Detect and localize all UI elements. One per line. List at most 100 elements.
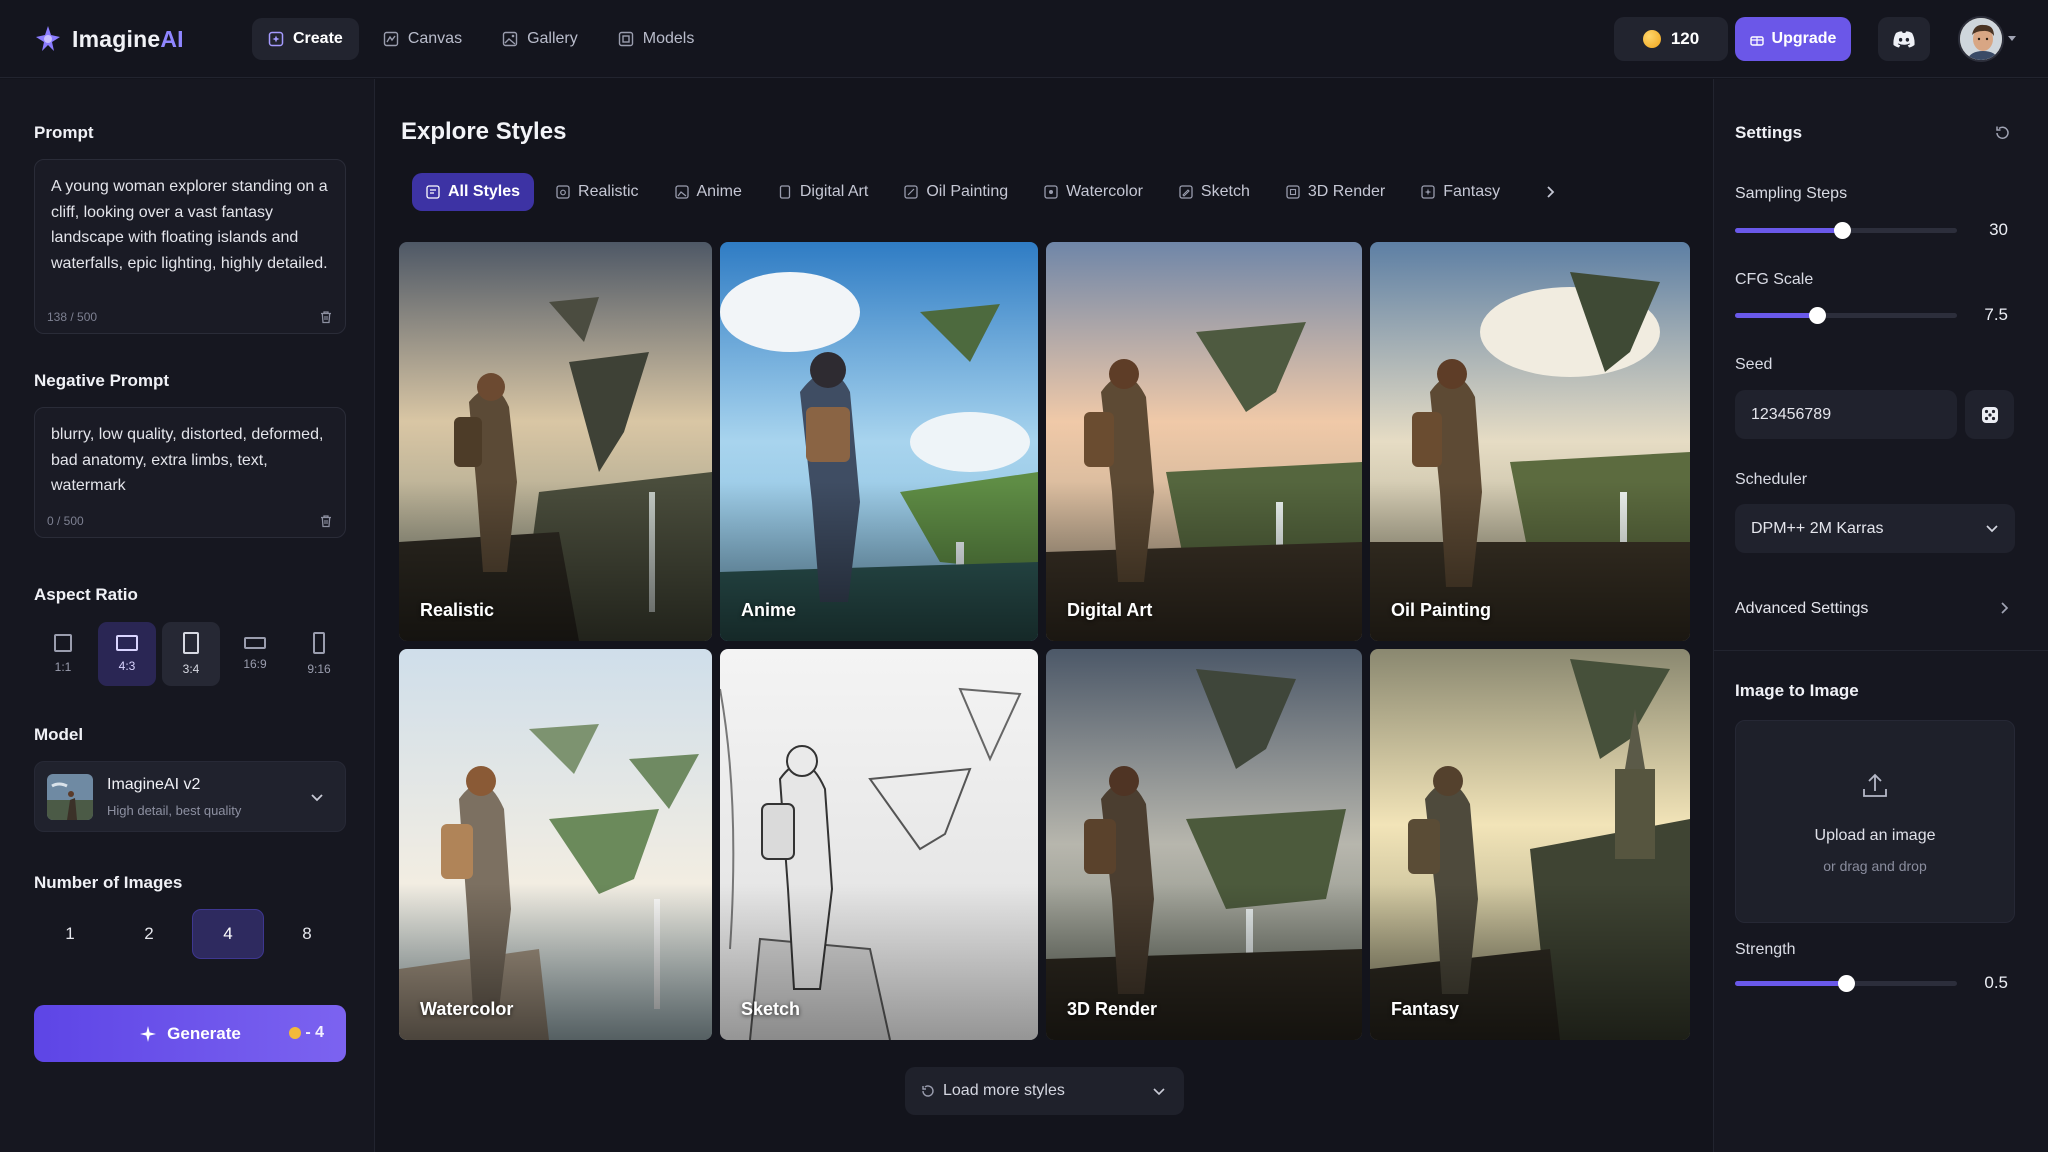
style-card-watercolor[interactable]: Watercolor bbox=[399, 649, 712, 1040]
trash-icon[interactable] bbox=[319, 514, 333, 528]
card-label: Digital Art bbox=[1067, 600, 1153, 620]
reset-icon[interactable] bbox=[1993, 124, 2011, 142]
style-card-oil-painting[interactable]: Oil Painting bbox=[1370, 242, 1690, 641]
cube-icon bbox=[1286, 185, 1300, 199]
style-card-anime[interactable]: Anime bbox=[720, 242, 1038, 641]
tab-all-styles[interactable]: All Styles bbox=[412, 173, 535, 211]
tab-label: All Styles bbox=[448, 183, 521, 200]
credits-badge[interactable]: 120 bbox=[1614, 17, 1728, 61]
slider-fill bbox=[1735, 313, 1818, 318]
scheduler-label: Scheduler bbox=[1735, 471, 1808, 488]
tab-label: Oil Painting bbox=[926, 183, 1009, 200]
model-description: High detail, best quality bbox=[107, 803, 242, 818]
tab-oil-painting[interactable]: Oil Painting bbox=[890, 173, 1022, 211]
trash-icon[interactable] bbox=[319, 310, 333, 324]
style-card-digital-art[interactable]: Digital Art bbox=[1046, 242, 1362, 641]
chevron-right-icon bbox=[2001, 602, 2009, 614]
tab-watercolor[interactable]: Watercolor bbox=[1030, 173, 1157, 211]
style-card-fantasy[interactable]: Fantasy bbox=[1370, 649, 1690, 1040]
card-label: Sketch bbox=[741, 999, 801, 1019]
page-title: Explore Styles bbox=[401, 118, 567, 145]
user-menu[interactable] bbox=[1958, 16, 2016, 62]
app-logo[interactable]: ImagineAI bbox=[34, 22, 184, 56]
style-card-3d-render[interactable]: 3D Render bbox=[1046, 649, 1362, 1040]
slider-handle[interactable] bbox=[1838, 975, 1855, 992]
model-select[interactable]: ImagineAI v2 High detail, best quality bbox=[34, 761, 346, 832]
canvas-icon bbox=[383, 31, 399, 47]
tab-sketch[interactable]: Sketch bbox=[1165, 173, 1264, 211]
divider bbox=[1714, 650, 2048, 651]
seed-input[interactable]: 123456789 bbox=[1735, 390, 1957, 439]
negative-prompt-field[interactable]: blurry, low quality, distorted, deformed… bbox=[34, 407, 346, 538]
nav-canvas-label: Canvas bbox=[407, 30, 463, 47]
dice-icon bbox=[1981, 406, 1998, 423]
sampling-steps-slider[interactable] bbox=[1735, 222, 1957, 239]
nav-canvas[interactable]: Canvas bbox=[367, 18, 478, 60]
card-label: Watercolor bbox=[420, 999, 514, 1019]
chevron-down-icon bbox=[311, 794, 323, 802]
random-seed-button[interactable] bbox=[1965, 390, 2014, 439]
aspect-3-4[interactable]: 3:4 bbox=[162, 622, 220, 686]
oil-painting-preview-image bbox=[1370, 242, 1690, 641]
seed-value[interactable]: 123456789 bbox=[1751, 406, 1831, 424]
slider-fill bbox=[1735, 228, 1842, 233]
aspect-label: 16:9 bbox=[243, 657, 267, 671]
card-label: 3D Render bbox=[1067, 999, 1158, 1019]
image-icon bbox=[502, 31, 518, 47]
settings-title: Settings bbox=[1735, 123, 1803, 142]
scheduler-select[interactable]: DPM++ 2M Karras bbox=[1735, 504, 2015, 553]
num-option-selected[interactable]: 4 bbox=[192, 909, 264, 959]
chevron-down-icon bbox=[1153, 1088, 1165, 1096]
nav-models[interactable]: Models bbox=[602, 18, 711, 60]
discord-button[interactable] bbox=[1878, 17, 1930, 61]
strength-slider[interactable] bbox=[1735, 975, 1957, 992]
brush-icon bbox=[1044, 185, 1058, 199]
tab-fantasy[interactable]: Fantasy bbox=[1407, 173, 1514, 211]
slider-handle[interactable] bbox=[1809, 307, 1827, 324]
num-option[interactable]: 8 bbox=[271, 909, 343, 959]
chevron-down-icon bbox=[1986, 525, 1998, 533]
avatar bbox=[1958, 16, 2004, 62]
prompt-field[interactable]: A young woman explorer standing on a cli… bbox=[34, 159, 346, 334]
style-card-sketch[interactable]: Sketch bbox=[720, 649, 1038, 1040]
advanced-settings-row[interactable]: Advanced Settings bbox=[1735, 596, 2015, 622]
tab-realistic[interactable]: Realistic bbox=[542, 173, 652, 211]
tab-label: Sketch bbox=[1200, 183, 1250, 200]
cfg-scale-slider[interactable] bbox=[1735, 307, 1957, 324]
number-of-images-group: 1 2 4 8 bbox=[34, 909, 343, 959]
generate-button[interactable]: Generate - 4 bbox=[34, 1005, 346, 1062]
aspect-16-9[interactable]: 16:9 bbox=[226, 622, 284, 686]
nav-gallery-label: Gallery bbox=[527, 30, 578, 47]
slider-handle[interactable] bbox=[1833, 222, 1851, 239]
num-option[interactable]: 1 bbox=[34, 909, 106, 959]
tab-3d-render[interactable]: 3D Render bbox=[1272, 173, 1399, 211]
style-card-realistic[interactable]: Realistic bbox=[399, 242, 712, 641]
negative-prompt-text[interactable]: blurry, low quality, distorted, deformed… bbox=[51, 422, 329, 499]
image-icon bbox=[674, 185, 689, 199]
tab-anime[interactable]: Anime bbox=[661, 173, 756, 211]
advanced-settings-label: Advanced Settings bbox=[1735, 600, 1869, 617]
aspect-9-16[interactable]: 9:16 bbox=[290, 622, 348, 686]
image-upload-dropzone[interactable]: Upload an image or drag and drop bbox=[1735, 720, 2015, 923]
upgrade-button[interactable]: Upgrade bbox=[1735, 17, 1851, 61]
load-more-button[interactable]: Load more styles bbox=[905, 1067, 1184, 1115]
tabs-next-button[interactable] bbox=[1536, 177, 1566, 207]
card-label: Realistic bbox=[420, 600, 495, 620]
nav-create[interactable]: Create bbox=[252, 18, 359, 60]
tab-digital-art[interactable]: Digital Art bbox=[764, 173, 882, 211]
load-more-label: Load more styles bbox=[943, 1082, 1065, 1099]
watercolor-preview-image bbox=[399, 649, 712, 1040]
style-gallery: Realistic Anime Digital Art Oil Painting… bbox=[399, 242, 1690, 1040]
nav-gallery[interactable]: Gallery bbox=[486, 18, 594, 60]
seed-label: Seed bbox=[1735, 356, 1773, 373]
main-nav: Create Canvas Gallery Models bbox=[252, 18, 710, 60]
coin-icon bbox=[1642, 30, 1661, 48]
upgrade-label: Upgrade bbox=[1771, 30, 1837, 47]
aspect-4-3[interactable]: 4:3 bbox=[98, 622, 156, 686]
prompt-text[interactable]: A young woman explorer standing on a cli… bbox=[51, 174, 329, 276]
strength-label: Strength bbox=[1735, 941, 1796, 958]
aspect-1-1[interactable]: 1:1 bbox=[34, 622, 92, 686]
tab-label: Digital Art bbox=[799, 183, 869, 200]
num-option[interactable]: 2 bbox=[113, 909, 185, 959]
aspect-ratio-group: 1:1 4:3 3:4 16:9 9:16 bbox=[34, 622, 348, 686]
